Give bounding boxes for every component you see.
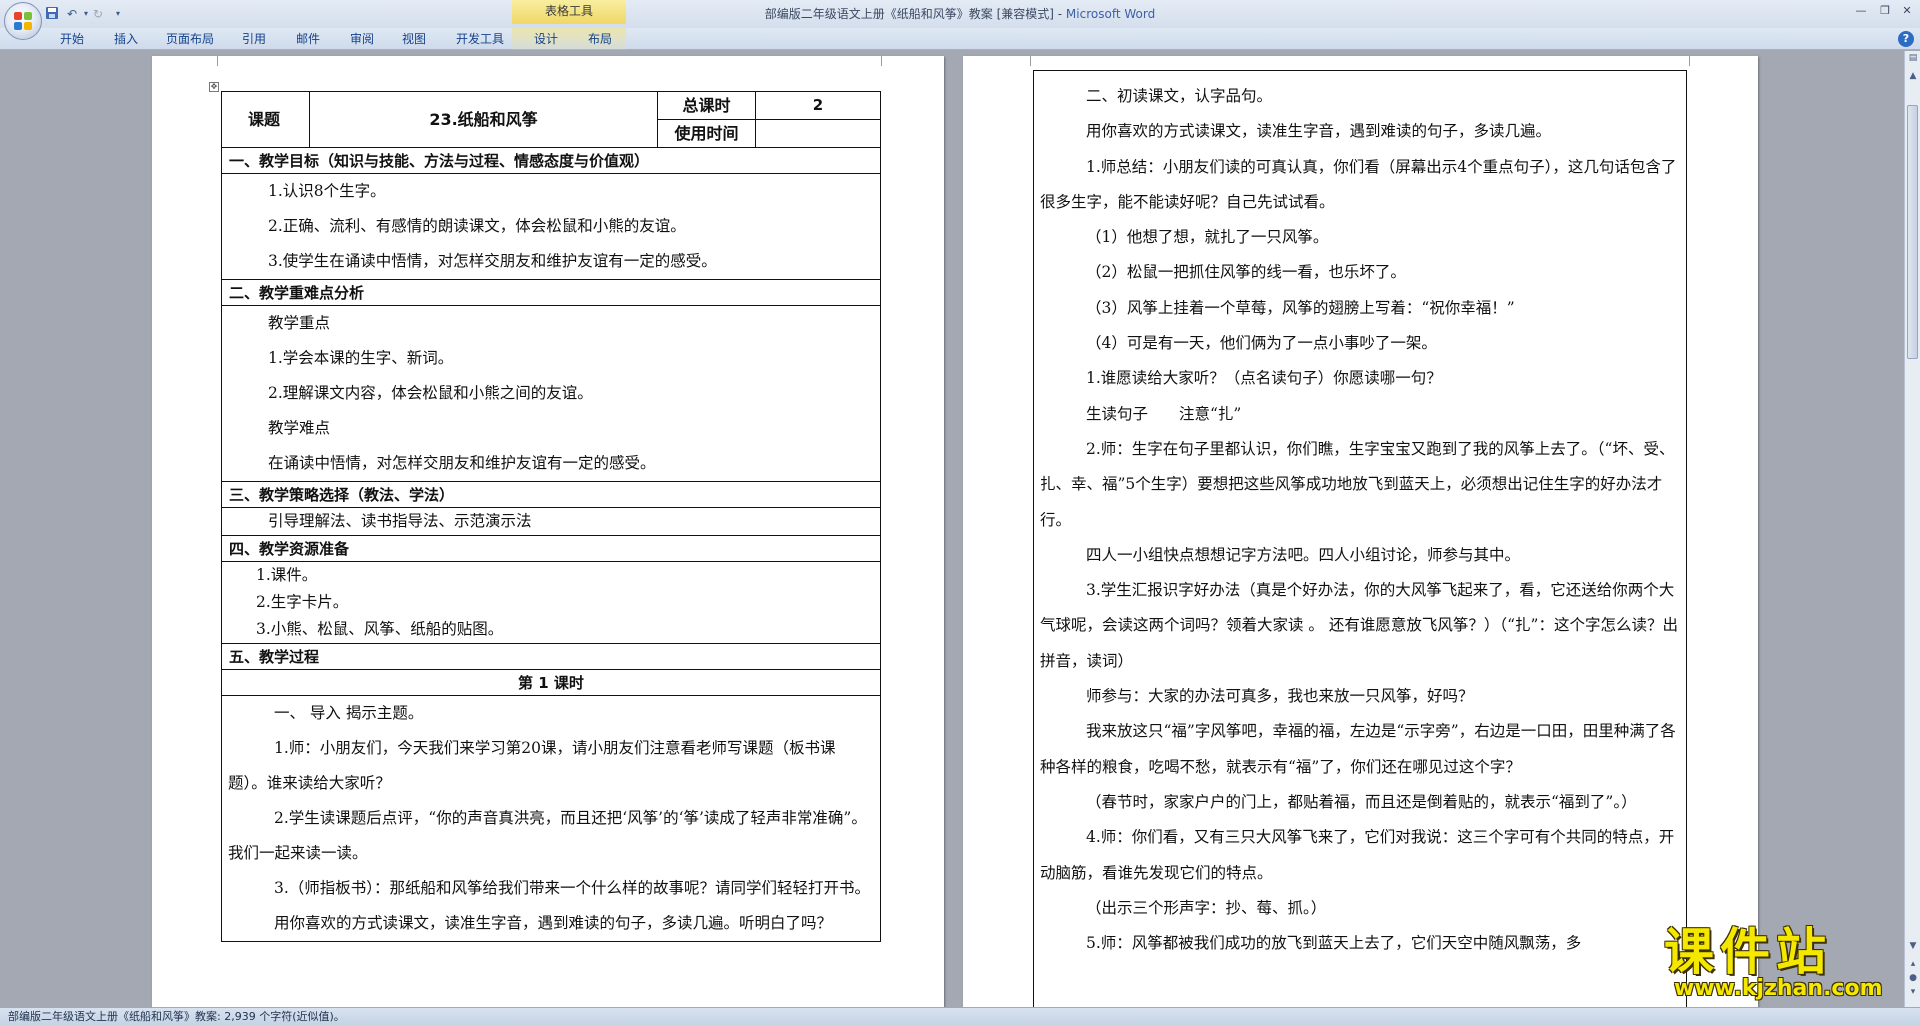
goals-cell[interactable]: 1.认识8个生字。 2.正确、流利、有感情的朗读课文，体会松鼠和小熊的友谊。 3… (222, 174, 880, 280)
paragraph: 师参与：大家的办法可真多，我也来放一只风筝，好吗？ (1086, 687, 1474, 706)
paragraph: 3.（师指板书）：那纸船和风筝给我们带来一个什么样的故事呢？请同学们轻轻打开书。 (274, 879, 871, 897)
title-bar: ↶ ▾ ↻ ▾ 表格工具 部编版二年级语文上册《纸船和风筝》教案 [兼容模式] … (0, 0, 1920, 40)
help-icon[interactable]: ? (1898, 31, 1914, 47)
tab-references[interactable]: 引用 (242, 30, 266, 48)
close-icon[interactable]: ✕ (1894, 2, 1920, 20)
paragraph: 生读句子 注意“扎” (1086, 404, 1242, 423)
save-icon[interactable] (44, 6, 60, 22)
section-header-strategy[interactable]: 三、教学策略选择（教法、学法） (222, 482, 880, 508)
process-cell[interactable]: 一、 导入 揭示主题。 1.师：小朋友们，今天我们来学习第20课，请小朋友们注意… (222, 696, 880, 941)
paragraph: 我来放这只“福”字风筝吧，幸福的福，左边是“示字旁”，右边是一口田，田里种满了各… (1040, 722, 1676, 776)
list-item: 2.理解课文内容，体会松鼠和小熊之间的友谊。 (268, 384, 593, 402)
section-header-key-points[interactable]: 二、教学重难点分析 (222, 280, 880, 306)
vertical-scrollbar[interactable]: ▤ ▲ ▼ ▴ ● ▾ (1904, 51, 1920, 1007)
list-item: 1.学会本课的生字、新词。 (268, 349, 454, 367)
customize-qat-icon[interactable]: ▾ (110, 6, 126, 22)
list-item: 3.使学生在诵读中悟情，对怎样交朋友和维护友谊有一定的感受。 (268, 252, 717, 270)
page-1[interactable]: ✥ 课题 23.纸船和风筝 总课时 2 使用时间 一、教学目标（知识与技能、方法… (152, 56, 944, 1007)
strategy-text: 引导理解法、读书指导法、示范演示法 (268, 512, 532, 530)
tab-view[interactable]: 视图 (402, 30, 426, 48)
paragraph: 用你喜欢的方式读课文，读准生字音，遇到难读的句子，多读几遍。 (1086, 122, 1552, 141)
minimize-icon[interactable]: — (1848, 2, 1874, 20)
lesson-label-cell[interactable]: 课题 (222, 92, 310, 148)
document-workspace: ✥ 课题 23.纸船和风筝 总课时 2 使用时间 一、教学目标（知识与技能、方法… (0, 51, 1904, 1007)
paragraph: 2.师：生字在句子里都认识，你们瞧，生字宝宝又跑到了我的风筝上去了。（“坏、受、… (1040, 439, 1675, 529)
tab-layout[interactable]: 布局 (588, 30, 612, 48)
list-item: 2.生字卡片。 (256, 593, 349, 611)
usage-time-label[interactable]: 使用时间 (658, 120, 756, 148)
crop-mark (192, 56, 218, 66)
resources-cell[interactable]: 1.课件。 2.生字卡片。 3.小熊、松鼠、风筝、纸船的贴图。 (222, 562, 880, 644)
paragraph: （出示三个形声字：抄、莓、抓。） (1086, 898, 1327, 917)
table-tools-label: 表格工具 (512, 0, 626, 24)
paragraph: （4）可是有一天，他们俩为了一点小事吵了一架。 (1086, 334, 1437, 353)
crop-mark (1005, 56, 1031, 66)
paragraph: 用你喜欢的方式读课文，读准生字音，遇到难读的句子，多读几遍。听明白了吗？ (274, 914, 833, 932)
scroll-up-icon[interactable]: ▲ (1908, 71, 1918, 81)
tab-review[interactable]: 审阅 (350, 30, 374, 48)
status-bar: 部编版二年级语文上册《纸船和风筝》教案: 2,939 个字符(近似值)。 (0, 1007, 1920, 1025)
total-periods-label[interactable]: 总课时 (658, 92, 756, 120)
crop-mark (1689, 56, 1715, 66)
key-points-cell[interactable]: 教学重点 1.学会本课的生字、新词。 2.理解课文内容，体会松鼠和小熊之间的友谊… (222, 306, 880, 482)
window-title: 部编版二年级语文上册《纸船和风筝》教案 [兼容模式] - Microsoft W… (764, 7, 1156, 21)
paragraph: 1.师总结：小朋友们读的可真认真，你们看（屏幕出示4个重点句子），这几句话包含了… (1040, 157, 1677, 211)
ribbon-tabs: 开始 插入 页面布局 引用 邮件 审阅 视图 开发工具 设计 布局 ? (0, 28, 1920, 50)
strategy-cell[interactable]: 引导理解法、读书指导法、示范演示法 (222, 508, 880, 536)
process-continuation-cell[interactable]: 二、初读课文，认字品句。 用你喜欢的方式读课文，读准生字音，遇到难读的句子，多读… (1033, 70, 1687, 1007)
list-item: 教学难点 (268, 419, 331, 437)
next-page-icon[interactable]: ▾ (1908, 987, 1918, 997)
list-item: 2.正确、流利、有感情的朗读课文，体会松鼠和小熊的友谊。 (268, 217, 686, 235)
tab-home[interactable]: 开始 (60, 30, 84, 48)
paragraph: 四人一小组快点想想记字方法吧。四人小组讨论，师参与其中。 (1086, 545, 1521, 564)
paragraph: 一、 导入 揭示主题。 (274, 704, 424, 722)
paragraph: （3）风筝上挂着一个草莓，风筝的翅膀上写着：“祝你幸福！” (1086, 298, 1515, 317)
list-item: 在诵读中悟情，对怎样交朋友和维护友谊有一定的感受。 (268, 454, 656, 472)
ruler-toggle-icon[interactable]: ▤ (1908, 53, 1918, 63)
scroll-down-icon[interactable]: ▼ (1908, 941, 1918, 951)
redo-icon[interactable]: ↻ (90, 6, 106, 22)
tab-mailings[interactable]: 邮件 (296, 30, 320, 48)
scrollbar-thumb[interactable] (1907, 105, 1918, 359)
browse-object-icon[interactable]: ● (1908, 973, 1918, 983)
list-item: 3.小熊、松鼠、风筝、纸船的贴图。 (256, 620, 504, 638)
paragraph: （2）松鼠一把抓住风筝的线一看，也乐坏了。 (1086, 263, 1406, 282)
total-periods-value[interactable]: 2 (756, 92, 880, 120)
lesson-title-cell[interactable]: 23.纸船和风筝 (310, 92, 658, 148)
section-header-resources[interactable]: 四、教学资源准备 (222, 536, 880, 562)
office-button[interactable] (4, 2, 42, 40)
list-item: 1.认识8个生字。 (268, 182, 386, 200)
tab-design[interactable]: 设计 (534, 30, 558, 48)
paragraph: 4.师：你们看，又有三只大风筝飞来了，它们对我说：这三个字可有个共同的特点，开动… (1040, 828, 1675, 882)
table-title-row: 课题 23.纸船和风筝 总课时 2 使用时间 (222, 92, 880, 148)
section-header-goals[interactable]: 一、教学目标（知识与技能、方法与过程、情感态度与价值观） (222, 148, 880, 174)
tab-developer[interactable]: 开发工具 (456, 30, 504, 48)
table-move-handle-icon[interactable]: ✥ (209, 82, 219, 92)
paragraph: 3.学生汇报识字好办法（真是个好办法，你的大风筝飞起来了，看，它还送给你两个大气… (1040, 581, 1678, 670)
lesson-plan-table: 课题 23.纸船和风筝 总课时 2 使用时间 一、教学目标（知识与技能、方法与过… (221, 91, 881, 942)
list-item: 1.课件。 (256, 566, 318, 584)
crop-mark (881, 56, 907, 66)
page-2[interactable]: 二、初读课文，认字品句。 用你喜欢的方式读课文，读准生字音，遇到难读的句子，多读… (963, 56, 1758, 1007)
section-header-process[interactable]: 五、教学过程 (222, 644, 880, 670)
paragraph: （1）他想了想，就扎了一只风筝。 (1086, 228, 1329, 247)
previous-page-icon[interactable]: ▴ (1908, 959, 1918, 969)
paragraph: 二、初读课文，认字品句。 (1086, 87, 1273, 105)
paragraph: 5.师：风筝都被我们成功的放飞到蓝天上去了，它们天空中随风飘荡，多 (1086, 934, 1582, 953)
paragraph: 1.师：小朋友们，今天我们来学习第20课，请小朋友们注意看老师写课题（板书课题）… (228, 739, 836, 792)
list-item: 教学重点 (268, 314, 331, 332)
paragraph: 2.学生读课题后点评，“你的声音真洪亮，而且还把‘风筝’的‘筝’读成了轻声非常准… (228, 809, 867, 862)
usage-time-value[interactable] (756, 120, 880, 148)
paragraph: 1.谁愿读给大家听？（点名读句子）你愿读哪一句？ (1086, 369, 1442, 388)
paragraph: （春节时，家家户户的门上，都贴着福，而且还是倒着贴的，就表示“福到了”。） (1086, 792, 1637, 811)
period-header[interactable]: 第 1 课时 (222, 670, 880, 696)
word-count-status[interactable]: 部编版二年级语文上册《纸船和风筝》教案: 2,939 个字符(近似值)。 (8, 1010, 345, 1023)
tab-insert[interactable]: 插入 (114, 30, 138, 48)
office-logo-icon (14, 12, 32, 30)
tab-page-layout[interactable]: 页面布局 (166, 30, 214, 48)
